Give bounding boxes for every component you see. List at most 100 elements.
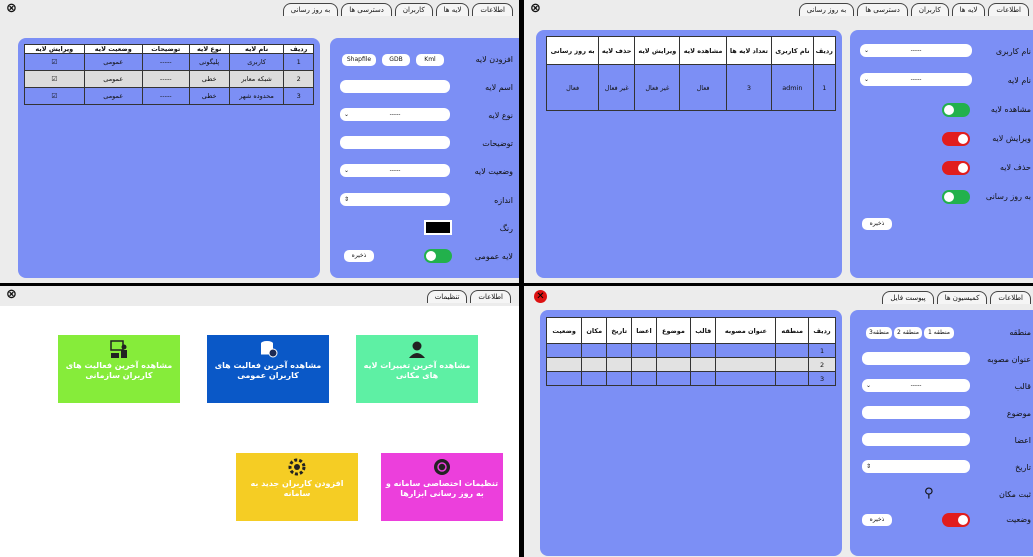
public-layer-toggle[interactable]	[424, 249, 452, 263]
region-1-button[interactable]: منطقه 1	[924, 327, 954, 339]
table-row: 2 شبکه معابر خطی ----- عمومی ☑	[24, 70, 314, 88]
tab-users[interactable]: کاربران	[910, 3, 949, 16]
cell: فعال	[545, 64, 600, 111]
table-row: 1 admin 3 فعال غیر فعال غیر فعال فعال	[545, 64, 837, 111]
cell: -----	[141, 53, 190, 71]
cell	[655, 371, 692, 386]
edit-layer-toggle[interactable]	[942, 132, 970, 146]
col-header: تعداد لایه ها	[725, 36, 773, 65]
tab-update[interactable]: به روز رسانی	[798, 3, 855, 16]
layer-name-value: -----	[910, 76, 922, 83]
tab-info[interactable]: اطلاعات	[988, 3, 1029, 16]
card-spatial-changes[interactable]: مشاهده آخرین تغییرات لایه های مکانی	[356, 335, 478, 403]
save-button[interactable]: ذخیره	[862, 514, 892, 526]
shapefile-button[interactable]: Shapfile	[342, 54, 376, 66]
gear-icon	[288, 458, 306, 476]
gdb-button[interactable]: GDB	[382, 54, 410, 66]
commission-form: منطقه منطقه3 منطقه 2 منطقه 1 عنوان مصوبه…	[850, 310, 1033, 556]
support-agent-icon	[409, 341, 425, 358]
edit-icon[interactable]: ☑	[24, 70, 85, 88]
card-public-activity[interactable]: مشاهده آخرین فعالیت های کاربران عمومی	[207, 335, 329, 403]
members-input[interactable]	[862, 433, 970, 446]
table-row: 3 محدوده شهر خطی ----- عمومی ☑	[24, 87, 314, 105]
layer-type-label: نوع لایه	[488, 111, 513, 120]
tab-info[interactable]: اطلاعات	[470, 290, 511, 303]
kml-button[interactable]: Kml	[416, 54, 444, 66]
card-label: مشاهده آخرین فعالیت های کاربران عمومی	[214, 361, 322, 380]
col-header: حذف لایه	[598, 36, 636, 65]
edit-icon[interactable]: ☑	[24, 53, 85, 71]
template-label: قالب	[1014, 382, 1031, 391]
status-label: وضعیت	[1006, 515, 1031, 524]
template-select[interactable]: ⌄ -----	[862, 379, 970, 392]
layer-name-label: نام لایه	[1007, 76, 1031, 85]
tab-layers[interactable]: لایه ها	[951, 3, 986, 16]
access-panel: ⊗ اطلاعات لایه ها کاربران دسترسی ها به ر…	[524, 0, 1033, 283]
col-header: موضوع	[655, 317, 692, 344]
layer-name-input[interactable]	[340, 80, 450, 93]
cell: 1	[812, 64, 837, 111]
layer-form: افزودن لایه Shapfile GDB Kml اسم لایه نو…	[330, 38, 519, 278]
col-header: وضعیت	[545, 317, 583, 344]
date-stepper[interactable]: ⇕	[862, 460, 970, 473]
save-button[interactable]: ذخیره	[862, 218, 892, 230]
layer-status-select[interactable]: ⌄ -----	[340, 164, 450, 177]
tab-commissions[interactable]: کمیسیون ها	[936, 291, 988, 304]
col-header: ردیف	[808, 317, 836, 344]
cell	[581, 357, 608, 372]
cell	[631, 357, 657, 372]
username-select[interactable]: ⌄ -----	[860, 44, 972, 57]
dashboard-panel: ⊗ اطلاعات تنظیمات مشاهده آخرین تغییرات ل…	[0, 286, 519, 557]
save-button[interactable]: ذخیره	[344, 250, 374, 262]
cell	[606, 357, 633, 372]
tab-attachment[interactable]: پیوست فایل	[882, 291, 934, 304]
tab-users[interactable]: کاربران	[394, 3, 433, 16]
close-icon[interactable]: ⊗	[6, 288, 17, 301]
tab-update[interactable]: به روز رسانی	[282, 3, 339, 16]
layer-name-label: اسم لایه	[485, 83, 513, 92]
tab-access[interactable]: دسترسی ها	[341, 3, 392, 16]
tab-layers[interactable]: لایه ها	[435, 3, 470, 16]
close-icon[interactable]: ⊗	[530, 2, 541, 15]
status-toggle[interactable]	[942, 513, 970, 527]
layer-name-select[interactable]: ⌄ -----	[860, 73, 972, 86]
update-label: به روز رسانی	[985, 192, 1031, 201]
col-header: ویرایش لایه	[24, 44, 85, 54]
tab-info[interactable]: اطلاعات	[990, 291, 1031, 304]
layer-type-select[interactable]: ⌄ -----	[340, 108, 450, 121]
tab-access[interactable]: دسترسی ها	[857, 3, 908, 16]
tab-bar: اطلاعات لایه ها کاربران دسترسی ها به روز…	[282, 3, 513, 16]
card-system-settings[interactable]: تنظیمات اختصاصی سامانه و به روز رسانی اب…	[381, 453, 503, 521]
subject-input[interactable]	[862, 406, 970, 419]
cell: خطی	[188, 87, 230, 105]
cell: پلیگونی	[188, 53, 230, 71]
cell: عمومی	[83, 87, 143, 105]
color-label: رنگ	[499, 224, 513, 233]
col-header: مشاهده لایه	[679, 36, 727, 65]
cell	[775, 343, 810, 358]
region-2-button[interactable]: منطقه 2	[894, 327, 922, 339]
chevron-down-icon: ⌄	[864, 47, 870, 54]
size-stepper[interactable]: ⇕	[340, 193, 450, 206]
tab-settings[interactable]: تنظیمات	[426, 290, 468, 303]
card-org-activity[interactable]: مشاهده آخرین فعالیت های کاربران سازمانی	[58, 335, 180, 403]
edit-icon[interactable]: ☑	[24, 87, 85, 105]
resolution-title-input[interactable]	[862, 352, 970, 365]
tab-info[interactable]: اطلاعات	[472, 3, 513, 16]
view-layer-toggle[interactable]	[942, 103, 970, 117]
col-header: نام کاربری	[771, 36, 814, 65]
col-header: مکان	[581, 317, 608, 344]
card-add-users[interactable]: افزودن کاربران جدید به سامانه	[236, 453, 358, 521]
close-icon[interactable]: ⊗	[6, 2, 17, 15]
close-icon[interactable]: ✕	[534, 290, 547, 303]
col-header: توضیحات	[141, 44, 190, 54]
description-input[interactable]	[340, 136, 450, 149]
cell: خطی	[188, 70, 230, 88]
location-pin-icon[interactable]: ⚲	[924, 486, 934, 501]
delete-layer-toggle[interactable]	[942, 161, 970, 175]
chevron-down-icon: ⌄	[344, 167, 350, 174]
update-toggle[interactable]	[942, 190, 970, 204]
col-header: تاریخ	[606, 317, 633, 344]
color-swatch[interactable]	[424, 220, 452, 235]
region-3-button[interactable]: منطقه3	[866, 327, 892, 339]
